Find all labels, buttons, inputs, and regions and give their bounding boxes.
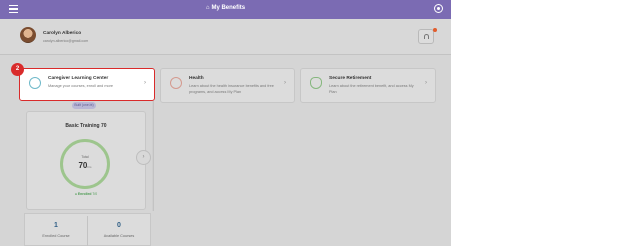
card-health[interactable]: Health Learn about the health insurance … (160, 68, 295, 103)
stat-available-courses: 0 Available Courses (103, 222, 135, 238)
notifications-button[interactable] (418, 29, 434, 44)
enrollment-status: ● Enrolled 7/0 (74, 192, 98, 196)
total-label: Total (81, 155, 89, 159)
user-email: carolyn.alberico@gmail.com (43, 39, 89, 43)
top-bar: ⌂ My Benefits (0, 0, 451, 19)
shield-icon (310, 77, 322, 89)
step-marker: 2 (11, 63, 24, 76)
chevron-right-icon: › (284, 80, 286, 86)
next-course-button[interactable]: › (136, 150, 151, 165)
user-name: Carolyn Alberico (43, 31, 82, 36)
card-caregiver-learning-center[interactable]: Caregiver Learning Center Manage your co… (19, 68, 155, 101)
settings-icon[interactable] (434, 4, 443, 13)
course-tag: Built (one.bt) (72, 102, 96, 109)
app-window: ⌂ My Benefits Carolyn Alberico carolyn.al… (0, 0, 451, 246)
card-secure-retirement[interactable]: Secure Retirement Learn about the retire… (300, 68, 436, 103)
home-icon: ⌂ (205, 5, 210, 11)
user-profile-bar: Carolyn Alberico carolyn.alberico@gmail.… (0, 19, 451, 55)
bell-icon (424, 34, 429, 39)
chevron-right-icon: › (144, 80, 146, 86)
card-title: Health (189, 76, 204, 81)
panel-divider (152, 101, 154, 211)
heart-icon (170, 77, 182, 89)
total-hours: 70hrs (78, 161, 92, 170)
course-title: Basic Training 70 (65, 123, 107, 129)
chevron-right-icon: › (425, 80, 427, 86)
course-stats: 1 Enrolled Course 0 Available Courses (24, 213, 151, 246)
avatar[interactable] (20, 27, 36, 43)
notification-dot (433, 28, 437, 32)
page-title: ⌂ My Benefits (205, 5, 246, 11)
card-description: Manage your courses, enroll and more (48, 84, 114, 88)
progress-ring: Total 70hrs (60, 139, 110, 189)
card-description: Learn about the health insurance benefit… (189, 84, 274, 94)
course-card-basic-training[interactable]: Basic Training 70 Total 70hrs ● Enrolled… (26, 111, 146, 210)
card-description: Learn about the retirement benefit, and … (329, 84, 414, 94)
lightbulb-icon (29, 77, 41, 89)
stat-enrolled-courses: 1 Enrolled Course (42, 222, 70, 238)
card-title: Secure Retirement (329, 76, 372, 81)
card-title: Caregiver Learning Center (48, 76, 109, 81)
